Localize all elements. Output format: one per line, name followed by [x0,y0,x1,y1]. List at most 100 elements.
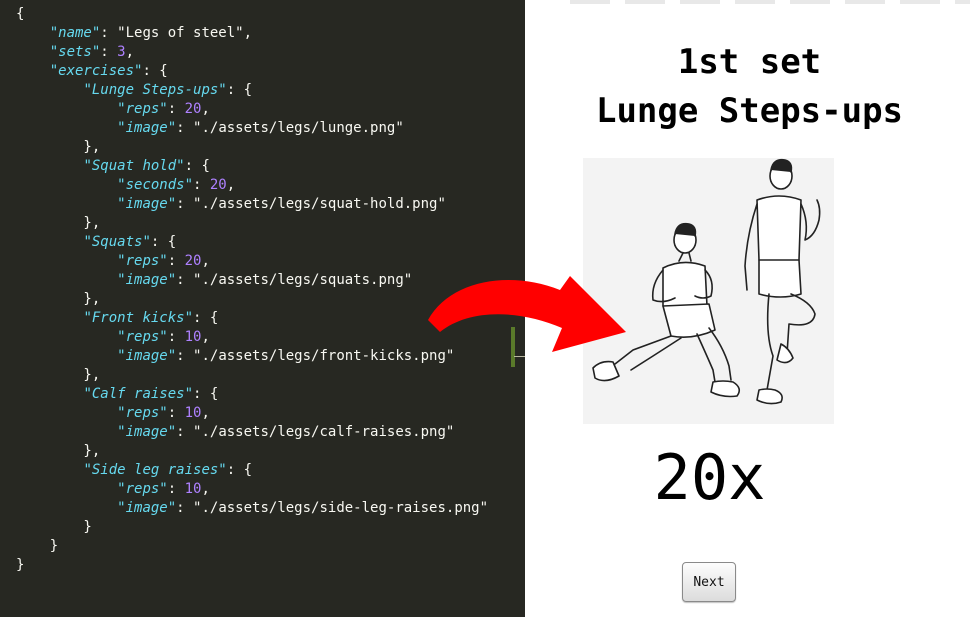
code-token: 10 [184,405,202,421]
code-token: : [167,481,185,497]
code-token: 3 [117,44,126,60]
code-token: : { [226,82,253,98]
code-token: "image" [117,120,177,136]
code-line: { [16,5,24,24]
code-token: } [16,519,92,535]
code-line: "image": "./assets/legs/side-leg-raises.… [16,499,488,518]
code-token: "./assets/legs/front-kicks.png" [193,348,455,364]
code-token: : [167,253,185,269]
code-token: , [201,253,210,269]
code-token: "./assets/legs/lunge.png" [193,120,404,136]
code-line: "Squat hold": { [16,157,210,176]
code-token: "reps" [117,101,168,117]
code-token: "image" [117,424,177,440]
code-token: "reps" [117,253,168,269]
code-token: } [16,538,59,554]
code-token: : { [193,386,219,402]
code-token: : [100,25,118,41]
code-token: : { [226,462,253,478]
code-line: "Calf raises": { [16,385,218,404]
red-arrow-icon [428,276,626,352]
code-token: "./assets/legs/side-leg-raises.png" [193,500,489,516]
code-line: "sets": 3, [16,43,134,62]
code-line: "exercises": { [16,62,168,81]
code-line: "reps": 20, [16,252,210,271]
code-line: "reps": 10, [16,404,210,423]
code-token: "./assets/legs/calf-raises.png" [193,424,455,440]
code-token: "./assets/legs/squat-hold.png" [193,196,446,212]
code-token: }, [16,367,101,383]
code-token: : [176,120,194,136]
code-token: , [201,101,210,117]
code-token: : [176,424,194,440]
code-token: , [226,177,236,193]
code-line: "Squats": { [16,233,176,252]
code-token: }, [16,139,101,155]
set-title: 1st set [677,42,822,82]
code-token: , [201,405,210,421]
code-token: : { [184,158,210,174]
code-token: : [176,196,194,212]
code-line: "Side leg raises": { [16,461,252,480]
code-token: "Squats" [83,234,151,250]
top-edge-artifact [570,0,970,4]
code-line: "image": "./assets/legs/calf-raises.png" [16,423,454,442]
code-token: "Squat hold" [83,158,185,174]
code-token: : [167,101,185,117]
code-line: "seconds": 20, [16,176,235,195]
code-line: }, [16,214,100,233]
code-line: }, [16,290,100,309]
code-token: "./assets/legs/squats.png" [193,272,413,288]
code-token: , [201,481,210,497]
next-button[interactable]: Next [682,562,736,602]
code-token: } [16,557,25,573]
code-token: : [176,348,194,364]
code-token: , [201,329,210,345]
code-token: "image" [117,196,177,212]
code-line: "image": "./assets/legs/front-kicks.png" [16,347,454,366]
code-line: }, [16,442,100,461]
code-token: "exercises" [49,63,143,79]
code-token: "name" [49,25,101,41]
code-token: 10 [184,329,202,345]
code-token: "image" [117,500,177,516]
code-token: : { [142,63,168,79]
code-token: : [176,500,194,516]
code-line: "reps": 20, [16,100,210,119]
code-line: "reps": 10, [16,480,210,499]
code-token: "reps" [117,329,168,345]
code-token: }, [16,443,101,459]
code-line: "Front kicks": { [16,309,218,328]
code-token: "sets" [49,44,101,60]
code-line: }, [16,138,100,157]
code-token: "Side leg raises" [83,462,227,478]
code-line: }, [16,366,100,385]
code-token: : [193,177,210,193]
exercise-title: Lunge Steps-ups [595,91,904,131]
code-token: : [176,272,194,288]
code-line: } [16,556,24,575]
code-line: "reps": 10, [16,328,210,347]
code-token: "image" [117,272,177,288]
code-token: "Front kicks" [83,310,194,326]
code-line: "image": "./assets/legs/squat-hold.png" [16,195,446,214]
code-token: : [100,44,118,60]
code-token: "Lunge Steps-ups" [83,82,227,98]
code-token: 20 [209,177,227,193]
